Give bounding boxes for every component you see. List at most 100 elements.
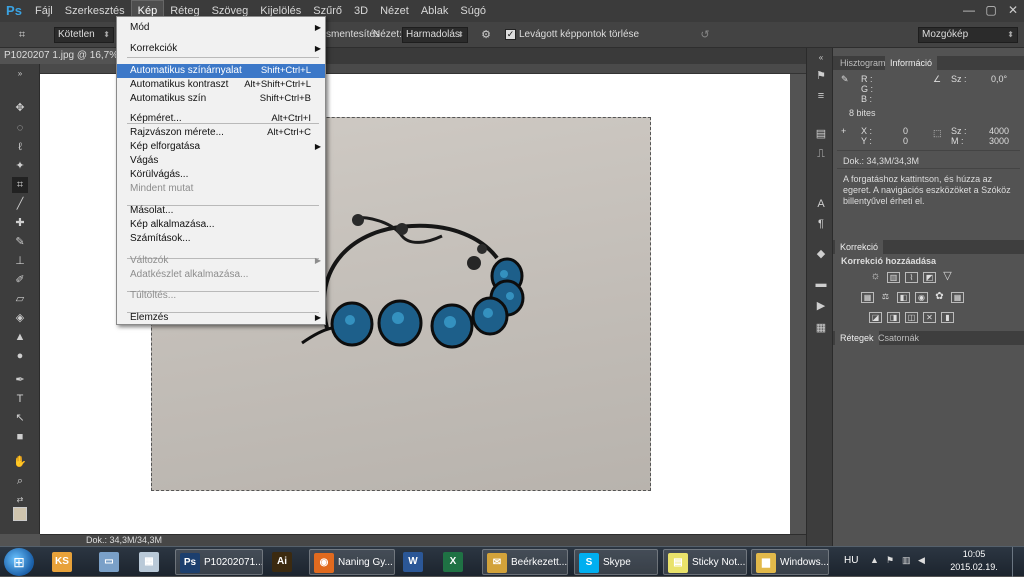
network-icon[interactable]: ▥ [902,555,911,566]
taskbar-button[interactable]: Ps P10202071... [175,549,263,575]
posterize-icon[interactable]: ◨ [887,312,900,323]
paragraph-icon[interactable]: ¶ [813,216,829,232]
gear-icon[interactable]: ⚙ [478,27,494,43]
hue-saturation-icon[interactable]: ▦ [861,292,874,303]
taskbar-button[interactable]: KS [48,549,84,575]
lasso-tool-icon[interactable]: ℓ [12,139,28,155]
type-tool-icon[interactable]: T [12,391,28,407]
image-menu-item[interactable]: Automatikus színárnyalat Shift+Ctrl+L [117,64,325,78]
image-menu-item[interactable]: Adatkészlet alkalmazása... [117,268,325,282]
crop-tool-icon[interactable]: ⌗ [12,177,28,193]
blur-icon[interactable]: ▲ [12,329,28,345]
image-menu-item[interactable]: Mindent mutat [117,182,325,196]
paint-bucket-icon[interactable]: ◈ [12,310,28,326]
taskbar-button[interactable]: S Skype [574,549,658,575]
measurement-icon[interactable]: ▦ [813,320,829,336]
hand-tool-icon[interactable]: ✋ [12,454,28,470]
exposure-icon[interactable]: ◩ [923,272,936,283]
brightness-icon[interactable]: ☼ [869,271,882,283]
image-menu-item[interactable]: Kép alkalmazása... [117,218,325,232]
clock-time[interactable]: 10:05 [946,549,1002,559]
clock-date[interactable]: 2015.02.19. [946,562,1002,572]
rectangle-tool-icon[interactable]: ■ [12,429,28,445]
color-lookup-icon[interactable]: ▦ [951,292,964,303]
image-menu-item[interactable]: Elemzés ▶ [117,311,325,325]
timeline-icon[interactable]: ▬ [813,276,829,292]
taskbar-button[interactable]: ✉ Beérkezett... [482,549,568,575]
tab-adjustments[interactable]: Korrekció [835,240,884,254]
image-menu-item[interactable]: Vágás [117,154,325,168]
image-menu-item[interactable]: Korrekciók ▶ [117,42,325,56]
crop-preset-select[interactable]: Kötetlen [54,27,114,43]
menu-0[interactable]: Fájl [29,0,59,22]
healing-brush-icon[interactable]: ✚ [12,215,28,231]
channel-mixer-icon[interactable]: ✿ [933,292,946,303]
eyedropper-icon[interactable]: ╱ [12,196,28,212]
black-white-icon[interactable]: ◧ [897,292,910,303]
gradient-map-icon[interactable]: ▮ [941,312,954,323]
reset-icon[interactable]: ↺ [697,27,713,43]
vibrance-icon[interactable]: ▽ [941,271,954,283]
image-menu-item[interactable]: Másolat... [117,204,325,218]
image-menu-item[interactable]: Kép elforgatása ▶ [117,140,325,154]
character-icon[interactable]: A [813,196,829,212]
photo-filter-icon[interactable]: ◉ [915,292,928,303]
collapse-icon[interactable]: » [12,66,28,82]
marquee-tool-icon[interactable]: ◌ [12,120,28,136]
menu-9[interactable]: Ablak [415,0,455,22]
path-selection-icon[interactable]: ↖ [12,410,28,426]
image-menu-item[interactable]: Automatikus kontraszt Alt+Shift+Ctrl+L [117,78,325,92]
taskbar-button[interactable]: Ai [268,549,304,575]
image-menu-item[interactable]: Változók ▶ [117,254,325,268]
taskbar-button[interactable]: W [399,549,435,575]
foreground-color-swatch[interactable] [13,507,27,521]
show-hidden-icons[interactable]: ▲ [870,555,879,565]
menu-7[interactable]: 3D [348,0,374,22]
move-tool-icon[interactable]: ✥ [12,100,28,116]
action-center-icon[interactable]: ⚑ [886,555,894,566]
image-menu-item[interactable]: Automatikus szín Shift+Ctrl+B [117,92,325,106]
image-menu-item[interactable]: Körülvágás... [117,168,325,182]
image-menu-item[interactable]: Mód ▶ [117,21,325,35]
image-menu-item[interactable]: Túltöltés... [117,289,325,303]
tab-info[interactable]: Információ [885,56,938,70]
play-icon[interactable]: ▶ [813,298,829,314]
selective-color-icon[interactable]: ✕ [923,312,936,323]
menu-8[interactable]: Nézet [374,0,415,22]
tab-layers[interactable]: Rétegek [835,331,879,345]
image-menu-item[interactable]: Képméret... Alt+Ctrl+I [117,112,325,126]
tab-histogram[interactable]: Hisztogram [835,56,891,70]
menu-10[interactable]: Súgó [454,0,492,22]
zoom-tool-icon[interactable]: ⌕ [12,473,28,489]
actions-icon[interactable]: ≡ [813,88,829,104]
threshold-icon[interactable]: ◫ [905,312,918,323]
taskbar-button[interactable]: ▆ Windows... [751,549,829,575]
curves-icon[interactable]: ⌇ [905,272,918,283]
magic-wand-icon[interactable]: ✦ [12,158,28,174]
taskbar-button[interactable]: ◉ Naning Gy... [309,549,395,575]
crop-tool-icon[interactable]: ⌗ [14,27,30,43]
brush-presets-icon[interactable]: ▤ [813,126,829,142]
delete-cropped-checkbox[interactable]: ✓ [505,29,516,40]
3d-icon[interactable]: ◆ [813,246,829,262]
invert-icon[interactable]: ◪ [869,312,882,323]
tab-channels[interactable]: Csatornák [873,331,924,345]
history-brush-icon[interactable]: ✐ [12,272,28,288]
clone-source-icon[interactable]: ⎍ [813,146,829,162]
volume-icon[interactable]: ◀ [918,555,925,566]
show-desktop-button[interactable] [1012,547,1024,577]
eraser-icon[interactable]: ▱ [12,291,28,307]
taskbar-button[interactable]: ▤ Sticky Not... [663,549,747,575]
image-menu-item[interactable]: Számítások... [117,232,325,246]
maximize-button[interactable]: ▢ [980,0,1002,20]
brush-icon[interactable]: ✎ [12,234,28,250]
collapse-icon[interactable]: « [813,50,829,66]
close-button[interactable]: ✕ [1002,0,1024,20]
pen-icon[interactable]: ✒ [12,372,28,388]
taskbar-button[interactable]: ▦ [135,549,171,575]
taskbar-button[interactable]: X [439,549,475,575]
stamp-icon[interactable]: ⊥ [12,253,28,269]
language-indicator[interactable]: HU [844,555,858,566]
taskbar-button[interactable]: ▭ [95,549,131,575]
levels-icon[interactable]: ▥ [887,272,900,283]
